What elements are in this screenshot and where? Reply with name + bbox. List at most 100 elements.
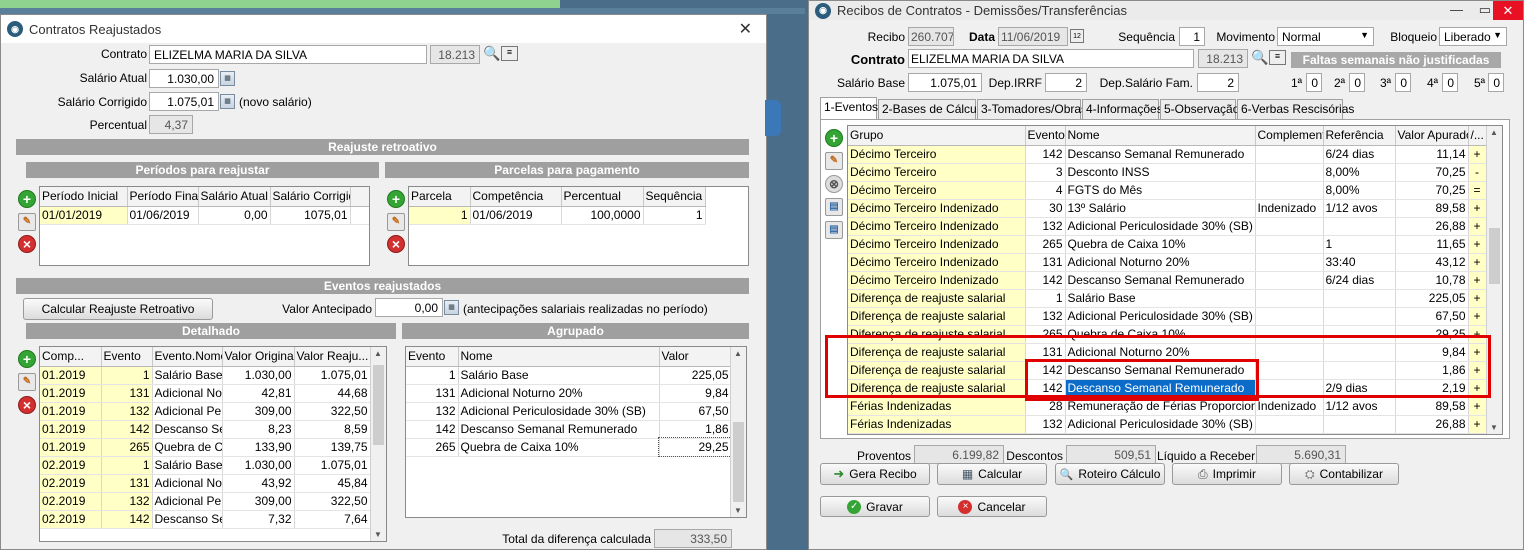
cell[interactable]: Adicional Peric <box>152 402 223 421</box>
cell[interactable]: 13º Salário <box>1065 199 1256 218</box>
cell[interactable]: Descanso Semanal Remunerado <box>1065 271 1256 290</box>
cell[interactable]: 70,25 <box>1395 181 1469 200</box>
cell[interactable]: 89,58 <box>1395 397 1469 416</box>
cell[interactable]: 225,05 <box>659 366 732 385</box>
cell[interactable]: 1 <box>643 206 706 225</box>
periodos-grid[interactable]: Período Inicial Período Final Salário At… <box>39 186 370 266</box>
cell[interactable]: 8,59 <box>294 420 371 439</box>
falta-4-field[interactable]: 0 <box>1442 73 1458 92</box>
col-salario-corrigido[interactable]: Salário Corrigido <box>270 187 351 207</box>
cell[interactable]: 7,64 <box>294 510 371 529</box>
sequencia-field[interactable]: 1 <box>1179 27 1205 46</box>
table-row[interactable]: Décimo Terceiro Indenizado 131 Adicional N… <box>848 253 1487 272</box>
table-row[interactable]: Férias Indenizadas 132 Adicional Periculos… <box>848 415 1487 434</box>
cell[interactable]: 44,68 <box>294 384 371 403</box>
contrato-name-field[interactable]: ELIZELMA MARIA DA SILVA <box>149 45 427 64</box>
col-parcela[interactable]: Parcela <box>409 187 471 207</box>
cell[interactable]: 1 <box>1025 289 1066 308</box>
cell[interactable]: 131 <box>101 474 153 493</box>
cell[interactable]: 43,12 <box>1395 253 1469 272</box>
scroll-down-icon[interactable]: ▼ <box>734 506 742 515</box>
cell[interactable]: + <box>1468 253 1487 272</box>
calculator-icon[interactable]: ▦ <box>444 300 459 315</box>
dep-salfam-field[interactable]: 2 <box>1197 73 1239 92</box>
cell[interactable]: + <box>1468 415 1487 434</box>
cell[interactable]: Adicional Noturno 20% <box>458 384 660 403</box>
cell[interactable]: 10,78 <box>1395 271 1469 290</box>
cell[interactable]: 1 <box>406 366 459 385</box>
cell[interactable]: 1.075,01 <box>294 366 371 385</box>
cell[interactable]: 132 <box>1025 415 1066 434</box>
cell[interactable] <box>1323 217 1396 236</box>
cell[interactable]: 139,75 <box>294 438 371 457</box>
falta-2-field[interactable]: 0 <box>1349 73 1365 92</box>
table-row[interactable]: 01.2019142Descanso Sem8,238,59 <box>40 420 371 439</box>
calcular-button[interactable]: ▦ Calcular <box>937 463 1047 485</box>
search-icon[interactable]: 🔍 <box>483 45 500 62</box>
cell[interactable]: Descanso Semanal Remunerado <box>458 420 660 439</box>
cell[interactable]: 6/24 dias <box>1323 271 1396 290</box>
table-row[interactable]: Décimo Terceiro 142 Descanso Semanal Remun… <box>848 145 1487 164</box>
cell[interactable] <box>1323 289 1396 308</box>
roteiro-calculo-button[interactable]: 🔍 Roteiro Cálculo <box>1055 463 1165 485</box>
cell[interactable]: 11,14 <box>1395 145 1469 164</box>
calendar-icon[interactable]: 12 <box>1070 29 1084 43</box>
scroll-thumb[interactable] <box>1489 228 1500 284</box>
table-row[interactable]: 01.2019265Quebra de Cai133,90139,75 <box>40 438 371 457</box>
col-percentual[interactable]: Percentual <box>561 187 644 207</box>
cell[interactable]: 1/12 avos <box>1323 199 1396 218</box>
cell[interactable]: 26,88 <box>1395 415 1469 434</box>
cell[interactable]: Férias Indenizadas <box>848 397 1026 416</box>
table-row[interactable]: 02.2019131Adicional Notu43,9245,84 <box>40 474 371 493</box>
cancel-icon[interactable]: ⊗ <box>825 175 843 193</box>
cell[interactable]: 11,65 <box>1395 235 1469 254</box>
cell[interactable]: 8,00% <box>1323 181 1396 200</box>
col-salario-atual[interactable]: Salário Atual <box>198 187 271 207</box>
col-competencia[interactable]: Comp... <box>40 347 102 367</box>
table-row[interactable]: 142 Descanso Semanal Remunerado 1,86 <box>406 420 732 439</box>
cell[interactable] <box>1255 289 1324 308</box>
cell[interactable]: 132 <box>1025 307 1066 326</box>
col-competencia[interactable]: Competência <box>470 187 562 207</box>
col-grupo[interactable]: Grupo <box>848 126 1026 146</box>
cell[interactable]: Adicional Periculosidade 30% (SB) <box>1065 415 1256 434</box>
cell[interactable]: 225,05 <box>1395 289 1469 308</box>
cell[interactable]: 131 <box>406 384 459 403</box>
cell[interactable]: 1 <box>101 366 153 385</box>
cell[interactable]: 01/06/2019 <box>470 206 562 225</box>
cell[interactable]: 8,23 <box>222 420 295 439</box>
cell[interactable]: 02.2019 <box>40 492 102 511</box>
cell[interactable]: Décimo Terceiro Indenizado <box>848 253 1026 272</box>
cell[interactable]: 132 <box>406 402 459 421</box>
cell[interactable]: 1075,01 <box>270 206 351 225</box>
cell[interactable]: 26,88 <box>1395 217 1469 236</box>
col-valor-reajustado[interactable]: Valor Reaju... <box>294 347 371 367</box>
table-row[interactable]: Décimo Terceiro Indenizado 265 Quebra de C… <box>848 235 1487 254</box>
cell[interactable]: 1.030,00 <box>222 366 295 385</box>
cell[interactable]: 01.2019 <box>40 420 102 439</box>
movimento-select[interactable]: Normal ▼ <box>1277 27 1374 46</box>
calcular-reajuste-button[interactable]: Calcular Reajuste Retroativo <box>23 298 213 320</box>
calculator-icon[interactable]: ▦ <box>220 94 235 109</box>
cell[interactable]: 1/12 avos <box>1323 397 1396 416</box>
minimize-icon[interactable]: — <box>1450 2 1463 17</box>
cell[interactable]: + <box>1468 145 1487 164</box>
agrupado-scrollbar[interactable]: ▲ ▼ <box>730 347 746 517</box>
cell[interactable]: 133,90 <box>222 438 295 457</box>
cell[interactable]: Salário Base <box>458 366 660 385</box>
cell[interactable]: Adicional Peric <box>152 492 223 511</box>
cell[interactable]: 142 <box>1025 145 1066 164</box>
tab-eventos[interactable]: 1-Eventos <box>820 97 878 119</box>
cell[interactable]: 01/06/2019 <box>127 206 199 225</box>
cell[interactable]: Décimo Terceiro Indenizado <box>848 199 1026 218</box>
cell[interactable]: 132 <box>101 402 153 421</box>
table-row[interactable]: 01.2019132Adicional Peric309,00322,50 <box>40 402 371 421</box>
cell[interactable] <box>1255 415 1324 434</box>
cell[interactable]: Descanso Sem <box>152 420 223 439</box>
cell[interactable]: 100,0000 <box>561 206 644 225</box>
cell[interactable]: Adicional Notu <box>152 474 223 493</box>
cell[interactable]: Quebra de Caixa 10% <box>1065 235 1256 254</box>
salario-corrigido-field[interactable]: 1.075,01 <box>149 92 219 111</box>
cell[interactable]: Diferença de reajuste salarial <box>848 289 1026 308</box>
imprimir-button[interactable]: ⎙ Imprimir <box>1172 463 1282 485</box>
